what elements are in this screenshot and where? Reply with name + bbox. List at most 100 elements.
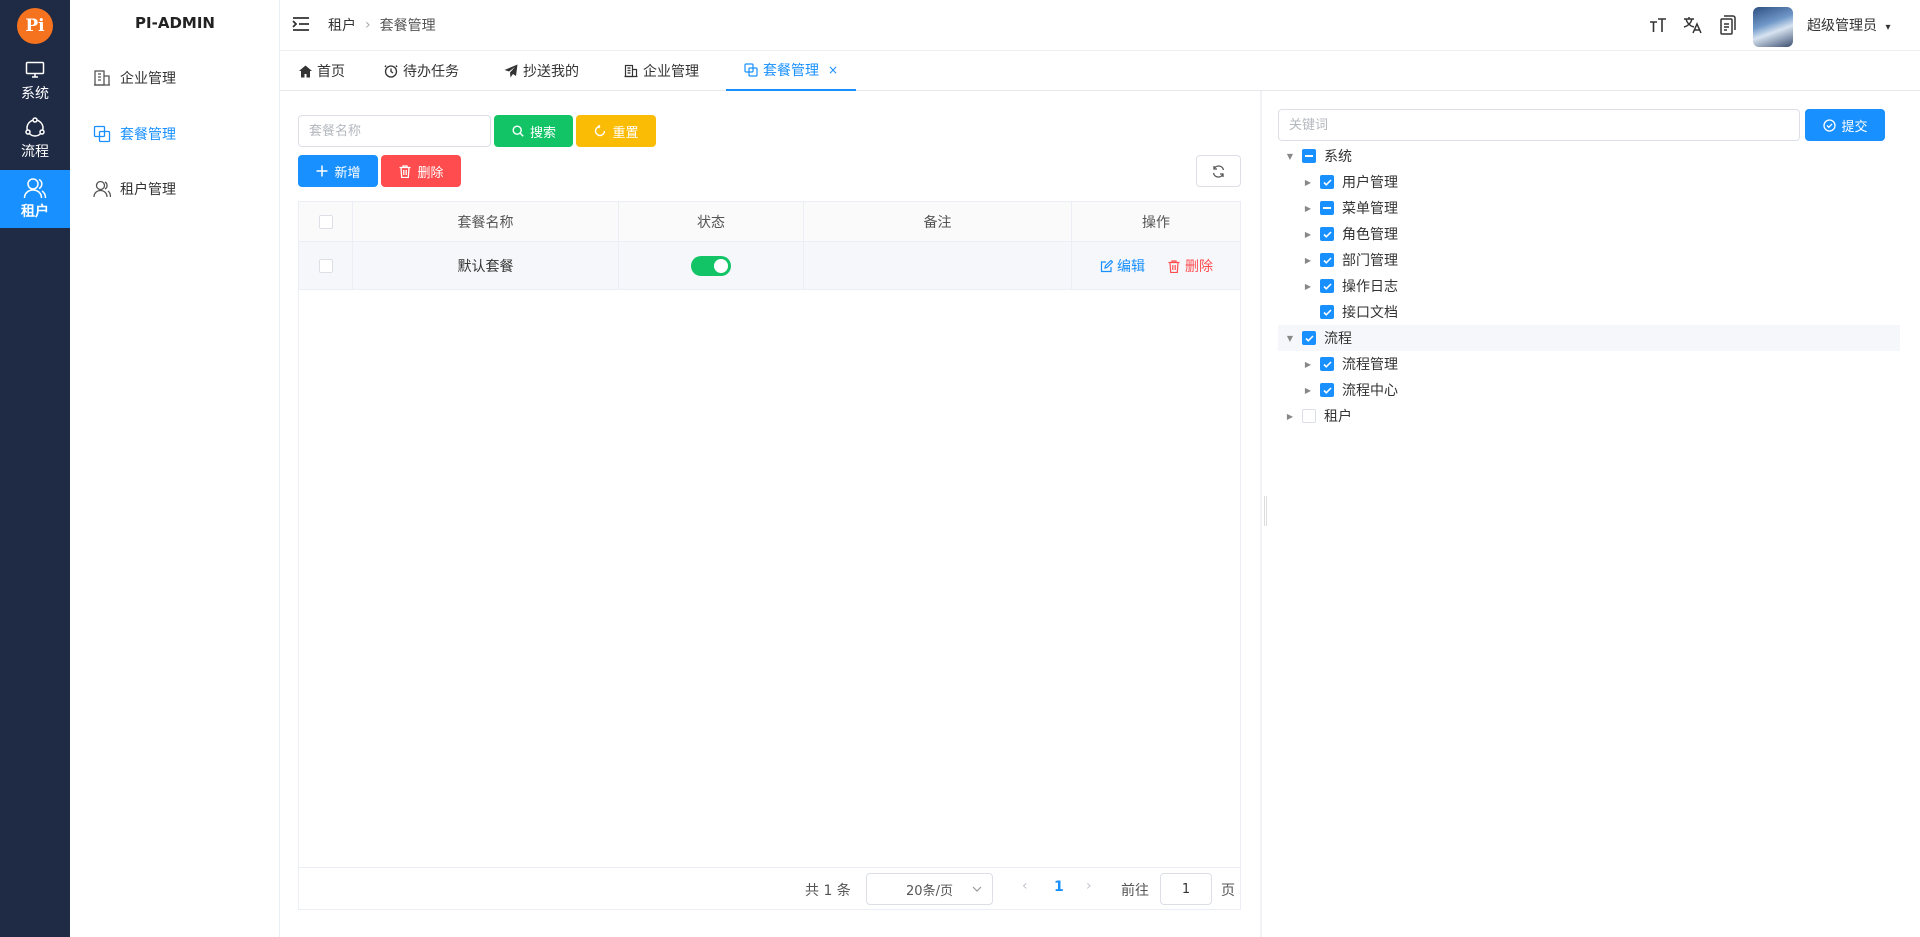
goto-page-input[interactable]	[1160, 873, 1212, 905]
users-icon	[23, 177, 47, 199]
tab-home[interactable]: 首页	[280, 51, 363, 91]
column-header: 操作	[1142, 215, 1170, 231]
caret-expanded-icon[interactable]: ▼	[1284, 332, 1296, 344]
tree-node[interactable]: ▶ 部门管理	[1278, 247, 1900, 273]
username-label: 超级管理员	[1807, 18, 1877, 34]
tab-package[interactable]: 套餐管理 ×	[726, 51, 857, 91]
tree-node[interactable]: ▶ 角色管理	[1278, 221, 1900, 247]
close-icon[interactable]: ×	[828, 63, 838, 77]
tab-cc[interactable]: 抄送我的	[486, 51, 597, 91]
reset-button[interactable]: 重置	[576, 115, 656, 147]
tree-checkbox-checked[interactable]	[1320, 357, 1334, 371]
caret-right-icon[interactable]: ▶	[1302, 202, 1314, 214]
tree-node-label: 租户	[1324, 409, 1352, 425]
clock-icon	[384, 64, 398, 78]
goto-label: 前往	[1121, 883, 1149, 899]
tree-checkbox-checked[interactable]	[1302, 331, 1316, 345]
rail-item-label: 租户	[21, 204, 49, 220]
tree-node[interactable]: ▶ 流程中心	[1278, 377, 1900, 403]
sidebar-item-label: 企业管理	[120, 71, 176, 87]
tree-node-label: 用户管理	[1342, 175, 1398, 191]
row-checkbox[interactable]	[318, 259, 333, 273]
caret-right-icon[interactable]: ▶	[1302, 280, 1314, 292]
batch-delete-button[interactable]: 删除	[381, 155, 461, 187]
rail-item-flow[interactable]: 流程	[0, 110, 70, 168]
translate-icon[interactable]	[1682, 14, 1704, 36]
tree-node[interactable]: ▶ 流程管理	[1278, 351, 1900, 377]
avatar[interactable]	[1753, 7, 1793, 47]
caret-expanded-icon[interactable]: ▼	[1284, 150, 1296, 162]
tree-node[interactable]: ▼ 流程	[1278, 325, 1900, 351]
pagination-total: 共 1 条	[805, 883, 851, 899]
tree-node-label: 流程管理	[1342, 357, 1398, 373]
select-all-checkbox[interactable]	[318, 215, 333, 229]
pagination: 共 1 条 20条/页 ‹ 1 › 前往 页	[299, 867, 1240, 909]
document-icon[interactable]	[1717, 14, 1739, 36]
breadcrumb-item[interactable]: 租户	[328, 15, 356, 35]
tree-node[interactable]: ▶ 操作日志	[1278, 273, 1900, 299]
tab-label: 套餐管理	[763, 63, 819, 79]
app-logo[interactable]: Pi	[17, 8, 53, 44]
flow-icon	[23, 117, 47, 139]
caret-right-icon[interactable]: ▶	[1284, 410, 1296, 422]
tree-node[interactable]: ▶ 用户管理	[1278, 169, 1900, 195]
table-row: 默认套餐 编辑 删除	[299, 242, 1240, 290]
tree-checkbox-indeterminate[interactable]	[1320, 201, 1334, 215]
refresh-table-button[interactable]	[1196, 155, 1241, 187]
page-size-value: 20条/页	[906, 883, 953, 899]
menu-toggle-icon[interactable]	[292, 15, 312, 35]
user-menu[interactable]: 超级管理员 ▾	[1807, 15, 1890, 35]
check-circle-icon	[1822, 118, 1836, 132]
sidebar-item-enterprise[interactable]: 企业管理	[92, 64, 176, 92]
tree-checkbox-checked[interactable]	[1320, 175, 1334, 189]
caret-right-icon[interactable]: ▶	[1302, 384, 1314, 396]
tree-checkbox-checked[interactable]	[1320, 227, 1334, 241]
tree-node-label: 流程	[1324, 331, 1352, 347]
trash-icon	[398, 164, 412, 178]
package-table: 套餐名称 状态 备注 操作 默认套餐 编辑 删除 共 1 条 20条/页 ‹ 1…	[298, 201, 1241, 910]
breadcrumb-current: 套餐管理	[379, 18, 436, 34]
tree-node[interactable]: ▶ 租户	[1278, 403, 1900, 429]
submit-button[interactable]: 提交	[1805, 109, 1885, 141]
sidebar-item-package[interactable]: 套餐管理	[92, 120, 176, 148]
tab-enterprise[interactable]: 企业管理	[606, 51, 717, 91]
search-button[interactable]: 搜索	[494, 115, 573, 147]
row-delete-link[interactable]: 删除	[1167, 256, 1213, 276]
font-size-icon[interactable]	[1647, 14, 1669, 36]
caret-right-icon[interactable]: ▶	[1302, 358, 1314, 370]
app-rail: Pi 系统 流程 租户	[0, 0, 70, 937]
submit-button-label: 提交	[1841, 119, 1868, 135]
tree-node[interactable]: ▼ 系统	[1278, 143, 1900, 169]
remark-cell	[804, 242, 1072, 290]
tree-node-label: 菜单管理	[1342, 201, 1398, 217]
tab-todo[interactable]: 待办任务	[366, 51, 477, 91]
tree-node-label: 角色管理	[1342, 227, 1398, 243]
edit-link-label: 编辑	[1117, 259, 1145, 275]
prev-page-icon[interactable]: ‹	[1022, 878, 1028, 894]
tree-checkbox-checked[interactable]	[1320, 383, 1334, 397]
rail-item-tenant[interactable]: 租户	[0, 170, 70, 228]
resize-handle[interactable]	[1264, 496, 1267, 526]
tree-node[interactable]: ▶ 菜单管理	[1278, 195, 1900, 221]
tree-checkbox-checked[interactable]	[1320, 279, 1334, 293]
keyword-input[interactable]	[1278, 109, 1800, 141]
caret-right-icon[interactable]: ▶	[1302, 176, 1314, 188]
caret-right-icon[interactable]: ▶	[1302, 254, 1314, 266]
sidebar-item-tenant[interactable]: 租户管理	[92, 175, 176, 203]
tree-checkbox-checked[interactable]	[1320, 305, 1334, 319]
rail-item-system[interactable]: 系统	[0, 52, 70, 110]
top-header: 租户 › 套餐管理 超级管理员 ▾	[280, 0, 1920, 51]
add-button[interactable]: 新增	[298, 155, 378, 187]
tree-checkbox-indeterminate[interactable]	[1302, 149, 1316, 163]
edit-link[interactable]: 编辑	[1099, 256, 1145, 276]
package-name-input[interactable]	[298, 115, 491, 147]
next-page-icon[interactable]: ›	[1086, 878, 1092, 894]
tree-node-label: 流程中心	[1342, 383, 1398, 399]
page-number-current[interactable]: 1	[1054, 879, 1064, 895]
tree-node[interactable]: 接口文档	[1278, 299, 1900, 325]
status-toggle[interactable]	[691, 256, 731, 276]
caret-right-icon[interactable]: ▶	[1302, 228, 1314, 240]
page-size-select[interactable]: 20条/页	[866, 873, 993, 905]
tree-checkbox-unchecked[interactable]	[1302, 409, 1316, 423]
tree-checkbox-checked[interactable]	[1320, 253, 1334, 267]
